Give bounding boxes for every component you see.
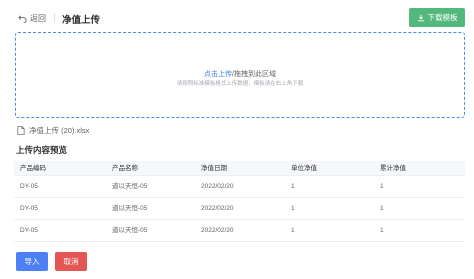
table-cell: DY-05 xyxy=(20,183,38,190)
table-row: DY-05 道以天恒-05 2022/02/20 1 1 xyxy=(14,220,465,242)
upload-dropzone[interactable]: 点击上传/拖拽到此区域 请按照标准模板格式上传数据，模板请在右上角下载 xyxy=(15,32,465,118)
table-cell: 2022/02/20 xyxy=(201,227,234,234)
import-button[interactable]: 导入 xyxy=(16,252,48,271)
upload-instruction: 点击上传/拖拽到此区域 xyxy=(16,69,464,79)
download-template-label: 下载模板 xyxy=(427,13,458,22)
column-header: 单位净值 xyxy=(291,165,317,172)
click-upload-link[interactable]: 点击上传 xyxy=(204,71,232,78)
document-icon xyxy=(17,126,25,135)
table-cell: 道以天恒-05 xyxy=(112,227,148,234)
file-name: 净值上传 (20).xlsx xyxy=(29,126,90,135)
column-header: 产品名称 xyxy=(112,165,138,172)
table-row: DY-05 道以天恒-05 2022/02/20 1 1 xyxy=(14,198,465,220)
uploaded-file[interactable]: 净值上传 (20).xlsx xyxy=(17,125,89,136)
table-cell: 1 xyxy=(380,183,384,190)
back-label: 返回 xyxy=(30,14,46,23)
back-button[interactable]: 返回 xyxy=(18,13,46,24)
drag-text: /拖拽到此区域 xyxy=(232,71,276,78)
column-header: 累计净值 xyxy=(380,165,406,172)
table-cell: 1 xyxy=(291,183,295,190)
table-cell: 2022/02/20 xyxy=(201,205,234,212)
header-divider xyxy=(54,13,55,23)
table-cell: 道以天恒-05 xyxy=(112,205,148,212)
table-cell: 1 xyxy=(291,205,295,212)
table-cell: DY-05 xyxy=(20,227,38,234)
column-header: 净值日期 xyxy=(201,165,227,172)
cancel-button[interactable]: 取消 xyxy=(55,252,87,271)
table-cell: 1 xyxy=(291,227,295,234)
download-template-button[interactable]: 下载模板 xyxy=(409,8,465,27)
preview-table: 产品编码 产品名称 净值日期 单位净值 累计净值 DY-05 道以天恒-05 2… xyxy=(14,161,465,242)
download-icon xyxy=(417,14,424,21)
upload-hint: 请按照标准模板格式上传数据，模板请在右上角下载 xyxy=(176,81,304,87)
table-header: 产品编码 产品名称 净值日期 单位净值 累计净值 xyxy=(14,161,465,176)
table-row: DY-05 道以天恒-05 2022/02/20 1 1 xyxy=(14,176,465,198)
page-title: 净值上传 xyxy=(62,15,101,26)
table-cell: DY-05 xyxy=(20,205,38,212)
back-arrow-icon xyxy=(18,15,27,23)
table-cell: 1 xyxy=(380,227,384,234)
table-cell: 1 xyxy=(380,205,384,212)
column-header: 产品编码 xyxy=(20,165,46,172)
table-cell: 2022/02/20 xyxy=(201,183,234,190)
preview-title: 上传内容预览 xyxy=(16,145,68,155)
table-cell: 道以天恒-05 xyxy=(112,183,148,190)
header: 返回 净值上传 下载模板 xyxy=(0,0,474,36)
